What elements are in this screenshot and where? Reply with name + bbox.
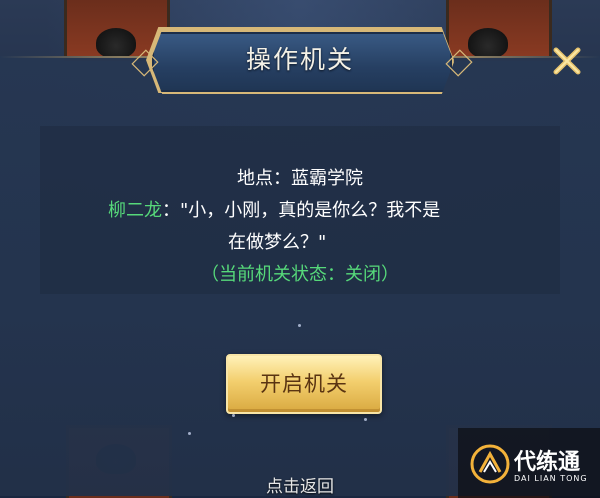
location-line: 地点：蓝霸学院: [237, 168, 363, 189]
brand-subtitle: DAI LIAN TONG: [514, 474, 588, 483]
sparkle: [232, 414, 235, 417]
close-button[interactable]: [550, 44, 584, 78]
close-icon: [553, 47, 581, 75]
brand-name: 代练通: [514, 450, 581, 475]
sparkle: [298, 324, 301, 327]
sparkle: [364, 418, 367, 421]
vase-decoration: [468, 28, 508, 58]
speaker-name: 柳二龙: [108, 200, 162, 221]
dialog-title: 操作机关: [245, 45, 354, 74]
brand-logo-icon: [470, 444, 510, 484]
open-mechanism-button[interactable]: 开启机关: [226, 354, 382, 414]
speech-line-1: 柳二龙："小，小刚，真的是你么？我不是: [108, 196, 440, 222]
status-line: （当前机关状态：关闭）: [201, 264, 399, 285]
sparkle: [188, 432, 191, 435]
speech-text-1: ："小，小刚，真的是你么？我不是: [162, 200, 441, 221]
speech-line-2: 在做梦么？": [228, 232, 327, 253]
vase-decoration: [96, 28, 136, 58]
